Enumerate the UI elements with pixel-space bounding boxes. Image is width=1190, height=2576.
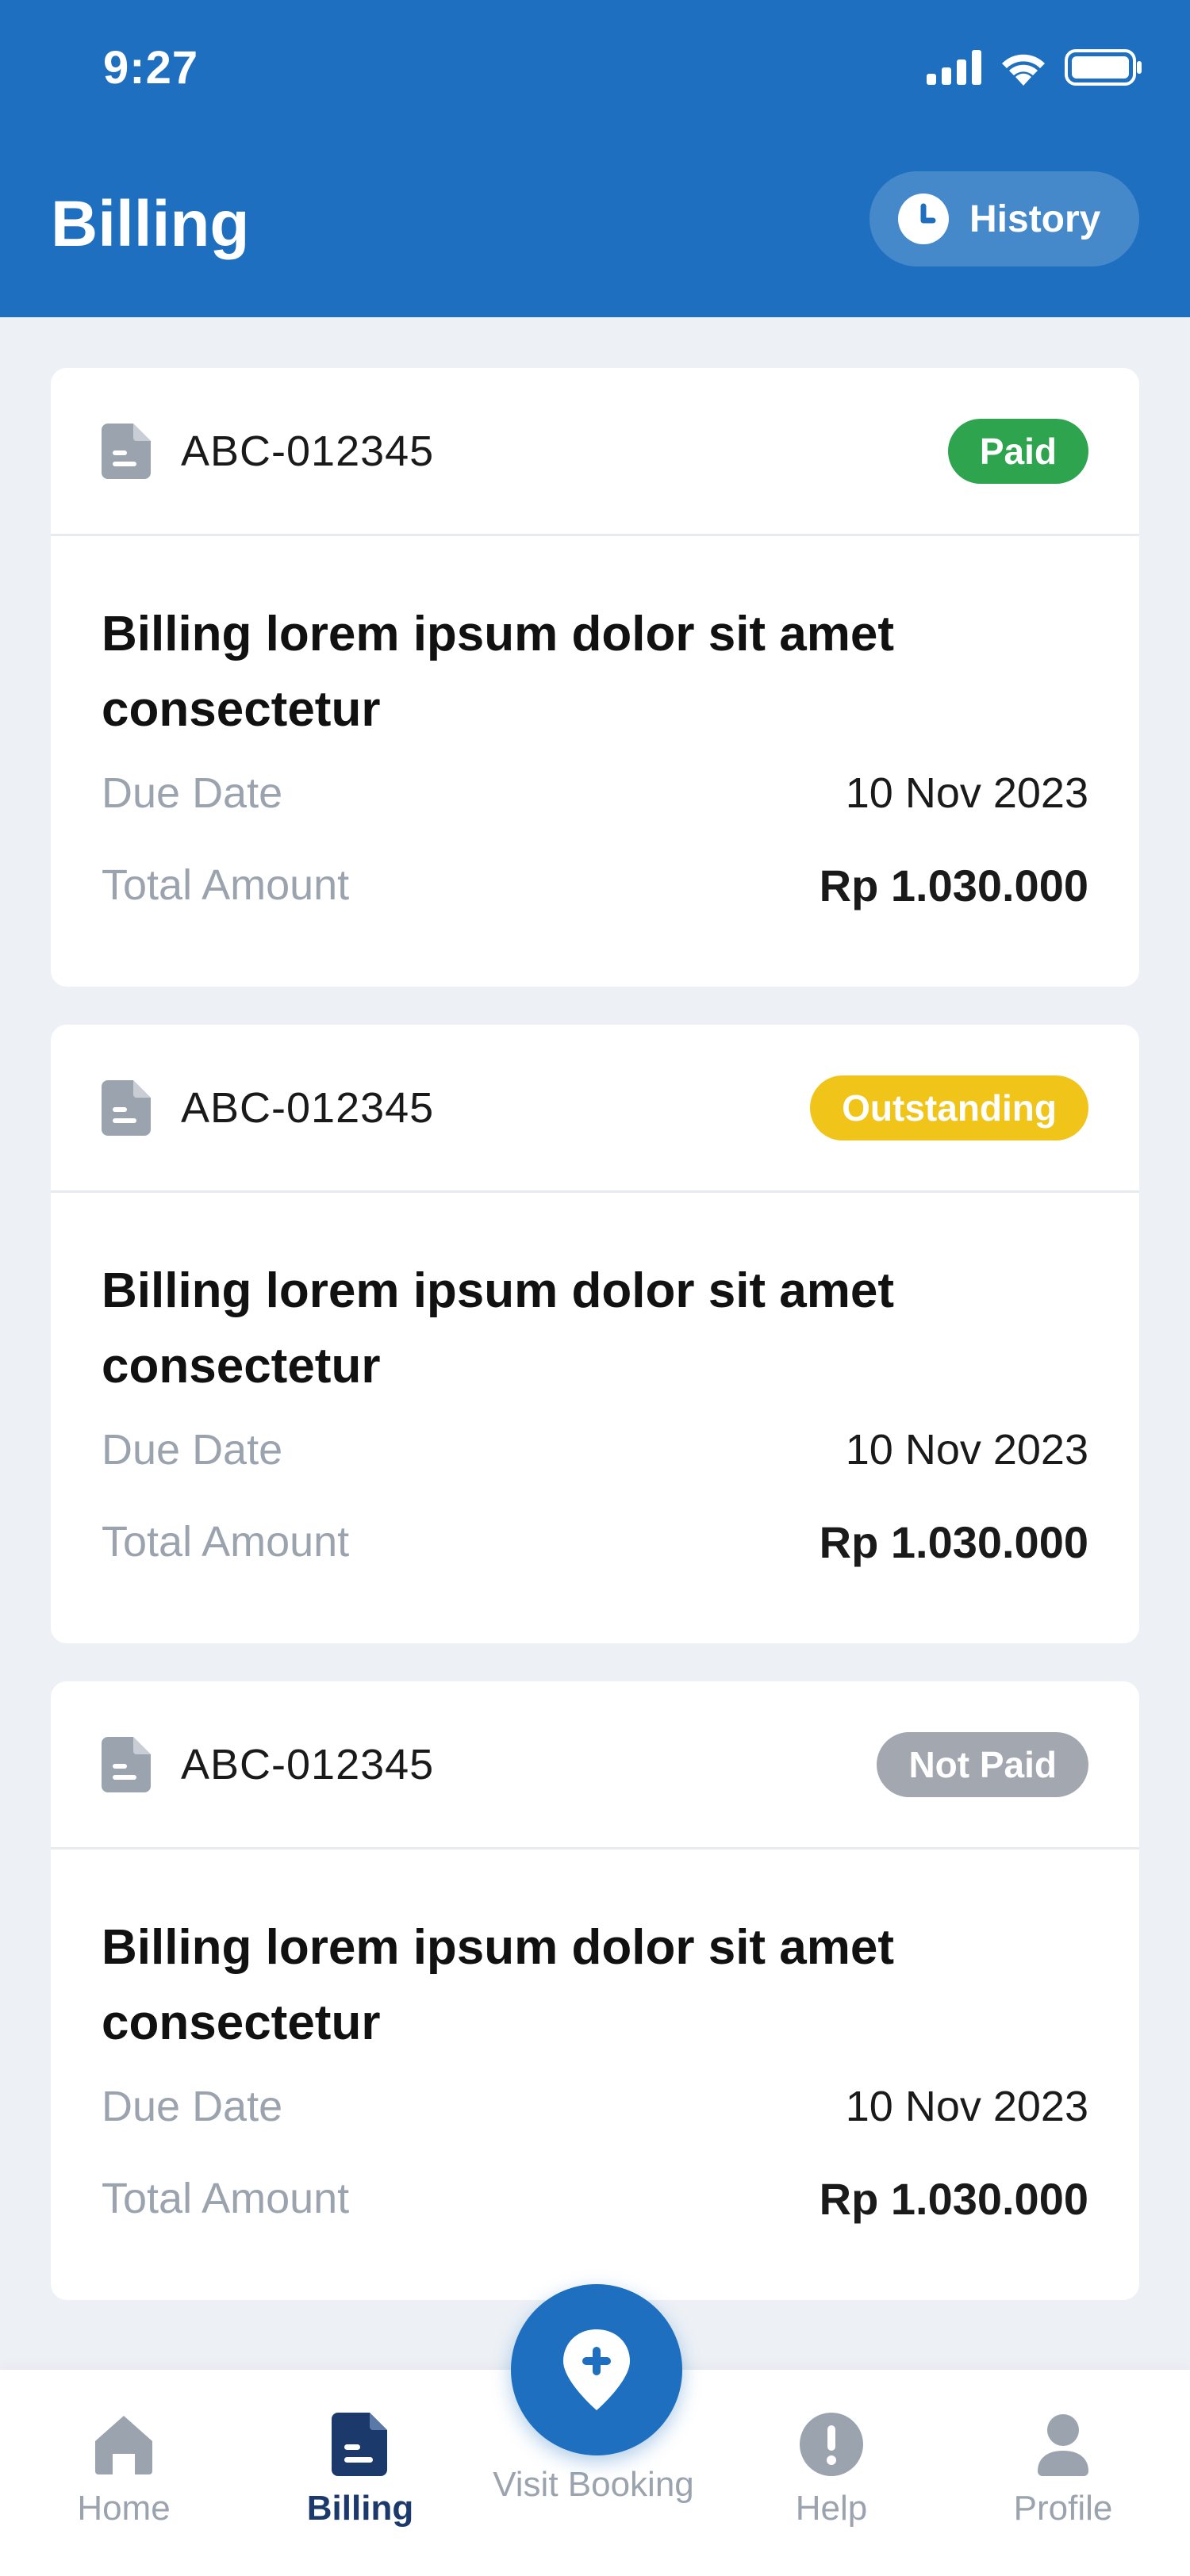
document-icon: [102, 1079, 151, 1136]
status-time: 9:27: [103, 42, 199, 94]
total-amount-label: Total Amount: [102, 2175, 350, 2222]
billing-icon: [332, 2413, 387, 2476]
due-date-label: Due Date: [102, 769, 283, 817]
battery-icon: [1065, 49, 1142, 86]
clock-icon: [898, 194, 949, 244]
status-badge: Outstanding: [810, 1075, 1088, 1140]
total-amount-row: Total Amount Rp 1.030.000: [102, 839, 1088, 931]
nav-item-help[interactable]: Help: [712, 2411, 950, 2528]
bill-card[interactable]: ABC-012345 Outstanding Billing lorem ips…: [51, 1025, 1139, 1643]
document-icon: [102, 1736, 151, 1792]
due-date-row: Due Date 10 Nov 2023: [102, 1404, 1088, 1496]
due-date-value: 10 Nov 2023: [845, 1426, 1088, 1474]
total-amount-label: Total Amount: [102, 1518, 350, 1566]
header: 9:27 Billing History: [0, 0, 1190, 317]
nav-label: Home: [77, 2489, 171, 2528]
bill-card[interactable]: ABC-012345 Not Paid Billing lorem ipsum …: [51, 1681, 1139, 2300]
bill-card[interactable]: ABC-012345 Paid Billing lorem ipsum dolo…: [51, 368, 1139, 987]
location-plus-icon: [563, 2329, 630, 2410]
nav-label: Visit Booking: [493, 2465, 694, 2504]
signal-icon: [927, 50, 981, 85]
nav-item-billing[interactable]: Billing: [241, 2411, 479, 2528]
status-icons: [927, 49, 1142, 86]
bill-card-header: ABC-012345 Paid: [51, 368, 1139, 536]
due-date-label: Due Date: [102, 2083, 283, 2130]
bill-title: Billing lorem ipsum dolor sit amet conse…: [102, 1263, 895, 1393]
bill-id: ABC-012345: [181, 1083, 435, 1132]
due-date-label: Due Date: [102, 1426, 283, 1474]
total-amount-row: Total Amount Rp 1.030.000: [102, 2152, 1088, 2244]
bill-card-header: ABC-012345 Not Paid: [51, 1681, 1139, 1850]
page-title: Billing: [51, 188, 250, 260]
home-icon: [95, 2416, 152, 2474]
due-date-value: 10 Nov 2023: [845, 2083, 1088, 2130]
document-icon: [102, 423, 151, 479]
total-amount-row: Total Amount Rp 1.030.000: [102, 1496, 1088, 1588]
total-amount-value: Rp 1.030.000: [819, 1516, 1088, 1567]
bill-id: ABC-012345: [181, 427, 435, 475]
billing-screen: 9:27 Billing History ABC-012345 Paid Bil…: [0, 0, 1190, 2576]
nav-label: Help: [795, 2489, 868, 2528]
due-date-row: Due Date 10 Nov 2023: [102, 747, 1088, 839]
total-amount-label: Total Amount: [102, 861, 350, 909]
exclamation-icon: [800, 2413, 863, 2476]
wifi-icon: [1002, 54, 1045, 86]
nav-label: Billing: [306, 2489, 414, 2528]
history-button[interactable]: History: [869, 171, 1139, 266]
total-amount-value: Rp 1.030.000: [819, 2173, 1088, 2224]
status-badge: Not Paid: [877, 1731, 1088, 1797]
due-date-value: 10 Nov 2023: [845, 769, 1088, 817]
bill-title: Billing lorem ipsum dolor sit amet conse…: [102, 1920, 895, 2050]
total-amount-value: Rp 1.030.000: [819, 860, 1088, 910]
bill-title: Billing lorem ipsum dolor sit amet conse…: [102, 607, 895, 737]
bill-id: ABC-012345: [181, 1740, 435, 1788]
nav-label: Profile: [1013, 2489, 1113, 2528]
nav-item-visit-booking[interactable]: Visit Booking: [474, 2465, 712, 2505]
nav-item-profile[interactable]: Profile: [944, 2411, 1182, 2528]
user-icon: [1038, 2414, 1088, 2476]
due-date-row: Due Date 10 Nov 2023: [102, 2060, 1088, 2152]
bill-card-header: ABC-012345 Outstanding: [51, 1025, 1139, 1193]
nav-item-home[interactable]: Home: [5, 2411, 243, 2528]
history-label: History: [969, 197, 1101, 240]
status-badge: Paid: [947, 418, 1088, 484]
visit-booking-fab[interactable]: [511, 2284, 682, 2455]
